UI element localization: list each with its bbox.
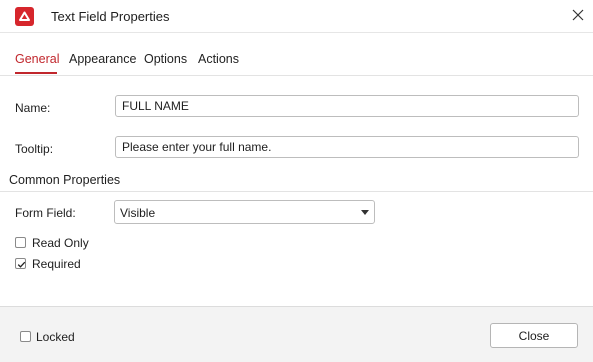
- read-only-label: Read Only: [32, 236, 89, 250]
- close-button[interactable]: Close: [490, 323, 578, 348]
- close-icon[interactable]: [569, 6, 587, 24]
- active-tab-indicator: [15, 72, 57, 74]
- locked-checkbox[interactable]: [20, 331, 31, 342]
- required-checkbox[interactable]: [15, 258, 26, 269]
- form-field-select[interactable]: Visible: [114, 200, 375, 224]
- chevron-down-icon: [361, 210, 369, 215]
- window-title: Text Field Properties: [51, 9, 170, 24]
- tab-actions[interactable]: Actions: [198, 52, 239, 66]
- pdf-app-icon: [15, 7, 34, 26]
- tab-options[interactable]: Options: [144, 52, 187, 66]
- checkmark-icon: [17, 261, 26, 268]
- tab-appearance[interactable]: Appearance: [69, 52, 136, 66]
- title-bar: Text Field Properties: [0, 0, 593, 33]
- read-only-checkbox[interactable]: [15, 237, 26, 248]
- locked-label: Locked: [36, 330, 75, 344]
- dialog-footer: Locked Close: [0, 306, 593, 362]
- required-label: Required: [32, 257, 81, 271]
- section-divider: [0, 191, 593, 192]
- form-field-label: Form Field:: [15, 206, 76, 220]
- tab-general[interactable]: General: [15, 52, 59, 66]
- tab-bar: General Appearance Options Actions: [0, 33, 593, 76]
- tooltip-field[interactable]: [115, 136, 579, 158]
- name-field[interactable]: [115, 95, 579, 117]
- common-properties-heading: Common Properties: [9, 173, 121, 187]
- tooltip-label: Tooltip:: [15, 142, 54, 156]
- name-label: Name:: [15, 101, 51, 115]
- form-field-value: Visible: [120, 206, 156, 220]
